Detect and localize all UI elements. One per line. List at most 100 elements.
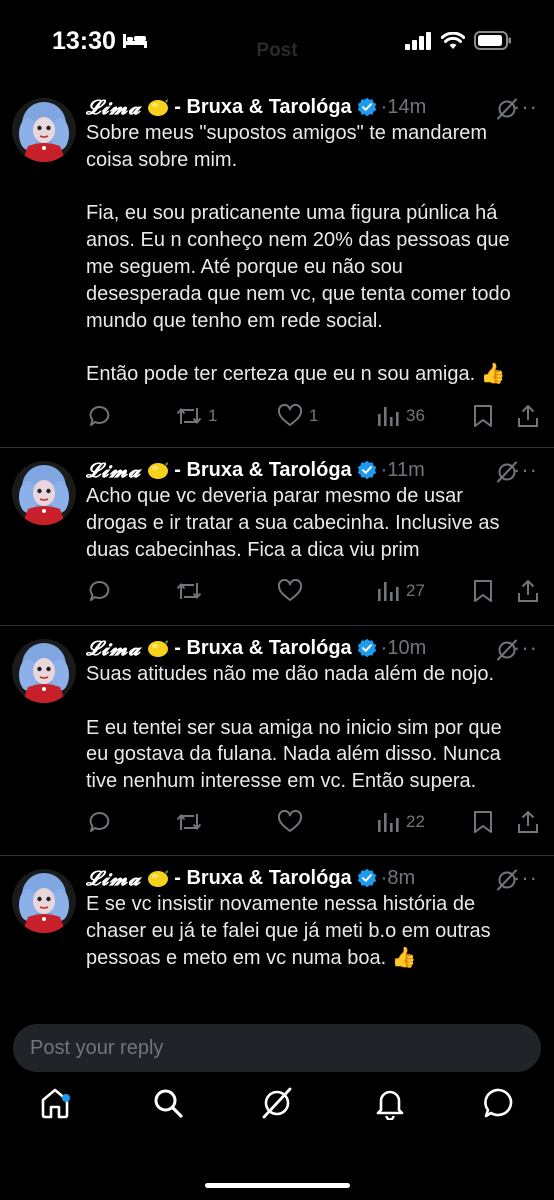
avatar-image bbox=[12, 461, 76, 525]
tweet-actions: 1 1 36 bbox=[86, 404, 538, 434]
like-count: 1 bbox=[309, 406, 319, 425]
bookmark-icon bbox=[474, 405, 492, 427]
tweet[interactable]: 𝓛𝓲𝓶𝓪 - Bruxa & Tarológa · 14m Sobre meus… bbox=[0, 84, 554, 448]
views-chart-icon bbox=[378, 813, 399, 832]
avatar-image bbox=[12, 639, 76, 703]
views-button[interactable]: 22 bbox=[376, 810, 425, 834]
tab-notifications[interactable] bbox=[373, 1086, 407, 1125]
tweet-text: Acho que vc deveria parar mesmo de usar … bbox=[86, 485, 500, 561]
share-icon bbox=[518, 579, 538, 602]
tweet-body: 𝓛𝓲𝓶𝓪 - Bruxa & Tarológa · 14m Sobre meus… bbox=[86, 92, 540, 388]
reply-input[interactable]: Post your reply bbox=[13, 1024, 541, 1072]
post-time[interactable]: 8m bbox=[387, 867, 415, 890]
author-name-script[interactable]: 𝓛𝓲𝓶𝓪 bbox=[86, 458, 141, 482]
like-button[interactable]: 1 bbox=[277, 404, 318, 428]
avatar[interactable] bbox=[12, 461, 76, 525]
tweet-actions: 22 bbox=[86, 810, 538, 840]
tweet-body: 𝓛𝓲𝓶𝓪 - Bruxa & Tarológa · 10m Suas atitu… bbox=[86, 633, 540, 795]
lemon-emoji-icon bbox=[148, 640, 169, 657]
tweet[interactable]: 𝓛𝓲𝓶𝓪 - Bruxa & Tarológa · 11m Acho que v… bbox=[0, 447, 554, 626]
views-chart-icon bbox=[378, 407, 399, 426]
share-button[interactable] bbox=[516, 404, 540, 428]
avatar[interactable] bbox=[12, 869, 76, 933]
views-count: 27 bbox=[406, 581, 425, 600]
grok-icon bbox=[262, 1087, 292, 1119]
author-name-script[interactable]: 𝓛𝓲𝓶𝓪 bbox=[86, 866, 141, 890]
views-chart-icon bbox=[378, 582, 399, 601]
avatar[interactable] bbox=[12, 98, 76, 162]
repost-icon bbox=[176, 813, 202, 831]
verified-badge-icon bbox=[357, 638, 376, 658]
tweet-text: E se vc insistir novamente nessa históri… bbox=[86, 893, 491, 969]
repost-count: 1 bbox=[208, 406, 218, 425]
post-time[interactable]: 11m bbox=[387, 459, 424, 482]
author-name[interactable]: - Bruxa & Tarológa bbox=[174, 867, 351, 890]
views-count: 36 bbox=[406, 406, 425, 425]
tweet-actions: 27 bbox=[86, 579, 538, 609]
views-button[interactable]: 36 bbox=[376, 404, 425, 428]
repost-button[interactable]: 1 bbox=[176, 404, 217, 428]
views-count: 22 bbox=[406, 812, 425, 831]
reply-button[interactable] bbox=[88, 404, 112, 428]
heart-icon bbox=[277, 810, 303, 832]
share-button[interactable] bbox=[516, 810, 540, 834]
separator-dot: · bbox=[380, 95, 388, 118]
bookmark-icon bbox=[474, 811, 492, 833]
separator-dot: · bbox=[380, 866, 388, 889]
author-name[interactable]: - Bruxa & Tarológa bbox=[174, 459, 351, 482]
bookmark-button[interactable] bbox=[472, 810, 494, 834]
reply-icon bbox=[89, 581, 110, 601]
lemon-emoji-icon bbox=[148, 462, 169, 479]
tab-messages[interactable] bbox=[482, 1086, 516, 1125]
tweet-body: 𝓛𝓲𝓶𝓪 - Bruxa & Tarológa · 8m E se vc ins… bbox=[86, 863, 540, 971]
author-row: 𝓛𝓲𝓶𝓪 - Bruxa & Tarológa · 10m bbox=[86, 633, 540, 663]
more-options-icon[interactable]: ··· bbox=[513, 457, 538, 483]
bookmark-button[interactable] bbox=[472, 579, 494, 603]
heart-icon bbox=[277, 404, 303, 426]
share-button[interactable] bbox=[516, 579, 540, 603]
message-bubble-icon bbox=[484, 1088, 513, 1118]
avatar[interactable] bbox=[12, 639, 76, 703]
tweet-text: Suas atitudes não me dão nada além de no… bbox=[86, 663, 502, 793]
post-time[interactable]: 14m bbox=[387, 96, 426, 119]
reply-icon bbox=[89, 812, 110, 832]
verified-badge-icon bbox=[357, 97, 376, 117]
repost-button[interactable] bbox=[176, 579, 208, 603]
reply-button[interactable] bbox=[88, 579, 112, 603]
author-name-script[interactable]: 𝓛𝓲𝓶𝓪 bbox=[86, 636, 141, 660]
wifi-icon bbox=[441, 31, 465, 49]
signal-icon bbox=[405, 31, 431, 50]
bookmark-button[interactable] bbox=[472, 404, 494, 428]
battery-icon bbox=[474, 31, 511, 50]
author-name[interactable]: - Bruxa & Tarológa bbox=[174, 96, 351, 119]
author-name[interactable]: - Bruxa & Tarológa bbox=[174, 637, 351, 660]
tweet[interactable]: 𝓛𝓲𝓶𝓪 - Bruxa & Tarológa · 10m Suas atitu… bbox=[0, 625, 554, 856]
tab-search[interactable] bbox=[151, 1086, 185, 1125]
bottom-tab-bar bbox=[0, 1086, 554, 1146]
reply-button[interactable] bbox=[88, 810, 112, 834]
separator-dot: · bbox=[380, 636, 388, 659]
bookmark-icon bbox=[474, 580, 492, 602]
tab-grok[interactable] bbox=[260, 1086, 294, 1125]
tweet[interactable]: 𝓛𝓲𝓶𝓪 - Bruxa & Tarológa · 8m E se vc ins… bbox=[0, 855, 554, 1015]
tab-home[interactable] bbox=[38, 1086, 72, 1125]
search-icon bbox=[154, 1089, 183, 1118]
more-options-icon[interactable]: ··· bbox=[513, 635, 538, 661]
bell-icon bbox=[376, 1090, 404, 1121]
author-row: 𝓛𝓲𝓶𝓪 - Bruxa & Tarológa · 11m bbox=[86, 455, 540, 485]
avatar-image bbox=[12, 98, 76, 162]
new-posts-indicator bbox=[62, 1094, 70, 1102]
share-icon bbox=[518, 404, 538, 427]
author-name-script[interactable]: 𝓛𝓲𝓶𝓪 bbox=[86, 95, 141, 119]
repost-icon bbox=[176, 407, 202, 425]
repost-button[interactable] bbox=[176, 810, 208, 834]
more-options-icon[interactable]: ··· bbox=[513, 865, 538, 891]
post-time[interactable]: 10m bbox=[387, 637, 426, 660]
more-options-icon[interactable]: ··· bbox=[513, 94, 538, 120]
lemon-emoji-icon bbox=[148, 870, 169, 887]
heart-icon bbox=[277, 579, 303, 601]
like-button[interactable] bbox=[277, 579, 309, 603]
like-button[interactable] bbox=[277, 810, 309, 834]
verified-badge-icon bbox=[357, 460, 376, 480]
views-button[interactable]: 27 bbox=[376, 579, 425, 603]
